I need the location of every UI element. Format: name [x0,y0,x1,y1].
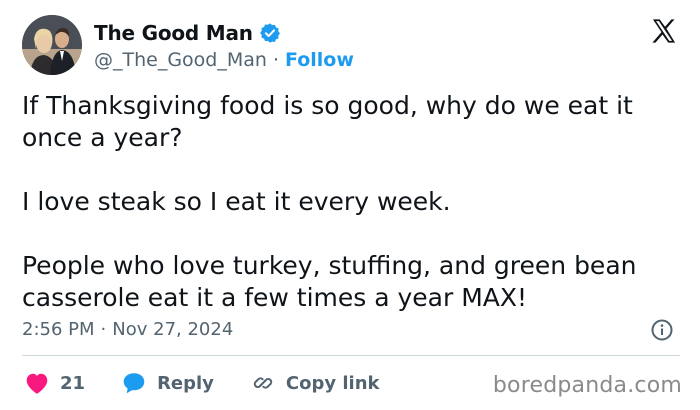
reply-button[interactable]: Reply [121,371,214,395]
info-icon[interactable] [650,318,674,342]
speech-bubble-icon [121,371,147,395]
link-icon [250,371,276,395]
tweet-paragraph: If Thanksgiving food is so good, why do … [22,91,633,152]
tweet-text: If Thanksgiving food is so good, why do … [22,90,672,314]
tweet-date: Nov 27, 2024 [112,318,234,340]
likes-count: 21 [60,372,86,394]
timestamp-separator: · [100,318,107,340]
verified-badge-icon [259,22,281,44]
x-logo-icon[interactable] [650,17,678,45]
tweet-timestamp[interactable]: 2:56 PM · Nov 27, 2024 [22,316,233,342]
tweet-time: 2:56 PM [22,318,95,340]
copy-link-button[interactable]: Copy link [250,371,380,395]
author-name-row: The Good Man [94,20,281,46]
follow-button[interactable]: Follow [285,49,354,71]
heart-icon [24,371,50,395]
watermark: boredpanda.com [492,373,682,398]
handle-separator: · [272,49,279,71]
action-bar: 21 Reply Copy link [24,368,380,398]
tweet-paragraph: People who love turkey, stuffing, and gr… [22,251,637,312]
author-handle-row: @_The_Good_Man · Follow [94,48,354,72]
copy-link-label: Copy link [285,372,380,394]
profile-photo [22,15,82,75]
divider [22,355,680,356]
reply-label: Reply [157,372,214,394]
author-handle[interactable]: @_The_Good_Man [94,49,267,71]
author-display-name[interactable]: The Good Man [94,21,253,45]
avatar[interactable] [22,15,82,75]
tweet-paragraph: I love steak so I eat it every week. [22,187,451,216]
like-button[interactable]: 21 [24,371,85,395]
